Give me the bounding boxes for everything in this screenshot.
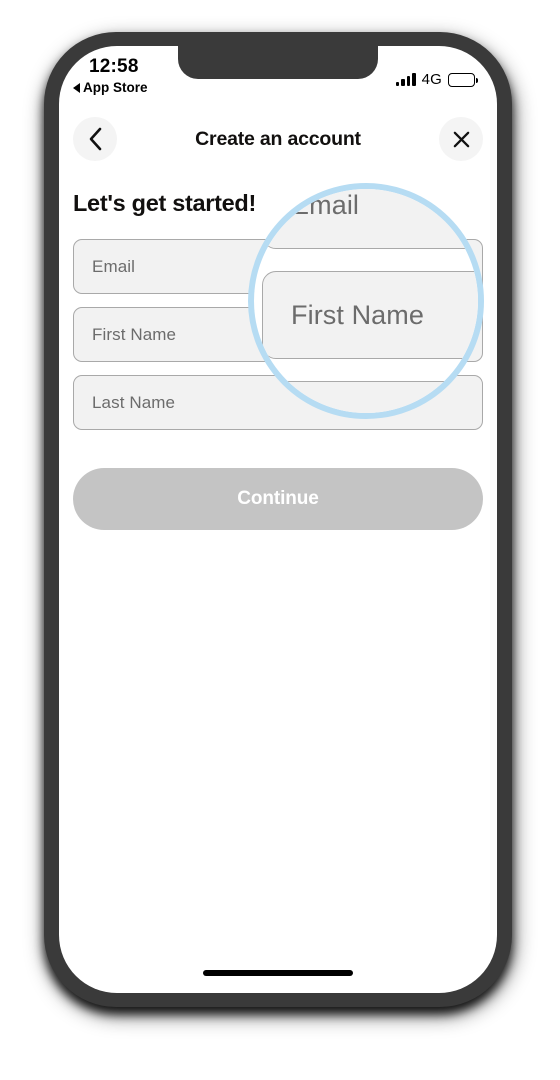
first-name-field-placeholder: First Name xyxy=(92,324,177,344)
magnified-email-field: Email xyxy=(262,189,478,249)
chevron-left-icon xyxy=(89,127,101,151)
triangle-left-icon xyxy=(73,82,80,93)
home-indicator[interactable] xyxy=(203,970,353,976)
continue-button[interactable]: Continue xyxy=(73,468,483,530)
app-header: Create an account xyxy=(59,108,497,170)
status-time: 12:58 xyxy=(89,56,139,77)
status-right-cluster: 4G xyxy=(395,71,479,88)
magnified-first-name-field: First Name xyxy=(262,271,478,359)
signal-bars-icon xyxy=(395,73,416,86)
magnified-email-placeholder: Email xyxy=(291,189,360,220)
page-title: Create an account xyxy=(195,127,361,150)
close-x-icon xyxy=(453,131,469,147)
close-button[interactable] xyxy=(439,117,483,161)
status-back-to-app-store[interactable]: App Store xyxy=(73,80,148,95)
screenshot-stage: 12:58 App Store 4G Create an account Let… xyxy=(0,0,560,1080)
magnified-first-name-placeholder: First Name xyxy=(291,299,425,330)
magnifier-overlay: Email First Name st Name xyxy=(248,183,484,419)
last-name-field-placeholder: Last Name xyxy=(92,392,176,412)
email-field-placeholder: Email xyxy=(92,256,136,276)
status-back-app-label: App Store xyxy=(83,80,148,95)
network-label: 4G xyxy=(421,71,442,88)
battery-full-icon xyxy=(448,72,479,87)
phone-screen: 12:58 App Store 4G Create an account Let… xyxy=(59,46,497,993)
magnifier-content: Email First Name st Name xyxy=(254,189,478,413)
notch xyxy=(178,46,378,79)
back-button[interactable] xyxy=(73,117,117,161)
